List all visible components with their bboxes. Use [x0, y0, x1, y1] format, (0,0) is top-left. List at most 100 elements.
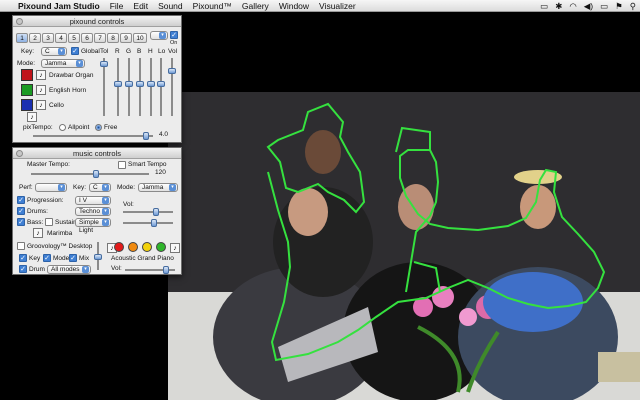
pixtempo-slider-knob[interactable]	[143, 132, 149, 140]
bass-vol-knob[interactable]	[151, 219, 157, 227]
display-icon[interactable]: ▭	[540, 1, 548, 12]
key-checkbox[interactable]: ✓	[19, 254, 27, 262]
lo-slider[interactable]	[157, 58, 165, 116]
smart-tempo-checkbox[interactable]	[118, 161, 126, 169]
g-slider-knob[interactable]	[125, 81, 133, 88]
on-label: On	[170, 40, 178, 46]
bass-popup[interactable]: Simple Light ▾	[75, 218, 111, 234]
g-slider[interactable]	[125, 58, 133, 116]
groovology-slider[interactable]	[94, 242, 102, 270]
mode-checkbox[interactable]: ✓	[43, 254, 51, 262]
voice-tab-3[interactable]: 3	[42, 33, 54, 43]
vol-slider[interactable]	[168, 58, 176, 116]
key-popup[interactable]: C ▾	[41, 47, 67, 56]
mode-popup[interactable]: Jamma ▾	[41, 59, 85, 68]
voice-tab-2[interactable]: 2	[29, 33, 41, 43]
groove-vol-slider[interactable]	[125, 266, 175, 274]
key-popup[interactable]: C ▾	[89, 183, 111, 192]
voice-tab-7[interactable]: 7	[94, 33, 106, 43]
sustain-label: Sustain	[55, 219, 77, 226]
spotlight-icon[interactable]: ⚲	[630, 1, 636, 12]
mix-checkbox[interactable]: ✓	[69, 254, 77, 262]
bass-checkbox[interactable]: ✓	[17, 218, 25, 226]
on-checkbox[interactable]: ✓	[170, 31, 178, 39]
voice-tab-4[interactable]: 4	[55, 33, 67, 43]
groove-yellow-button[interactable]	[142, 242, 152, 252]
piano-keys-icon[interactable]: ♪	[33, 228, 43, 238]
r-slider-knob[interactable]	[114, 81, 122, 88]
voice-tab-1[interactable]: 1	[16, 33, 28, 43]
menu-window[interactable]: Window	[279, 1, 309, 11]
b-slider[interactable]	[136, 58, 144, 116]
col-header-lo: Lo	[158, 48, 166, 55]
piano-keys-icon[interactable]: ♪	[170, 243, 180, 253]
allpoint-label: Allpoint	[68, 124, 90, 131]
perf-popup[interactable]: ▾	[35, 183, 67, 192]
instrument-2-color[interactable]	[21, 84, 33, 96]
menu-file[interactable]: File	[110, 1, 124, 11]
progression-popup[interactable]: I V ▾	[75, 196, 111, 205]
groove-vol-knob[interactable]	[163, 266, 169, 274]
pixtempo-slider[interactable]	[33, 132, 153, 140]
preset-popup[interactable]: ▾	[150, 31, 168, 40]
voice-tab-9[interactable]: 9	[120, 33, 132, 43]
groove-orange-button[interactable]	[128, 242, 138, 252]
pixound-controls-titlebar[interactable]: pixound controls	[13, 16, 181, 27]
drums-popup[interactable]: Techno ▾	[75, 207, 111, 216]
r-slider[interactable]	[114, 58, 122, 116]
close-window-icon[interactable]	[16, 18, 23, 25]
photo-canvas[interactable]	[168, 92, 640, 400]
lo-slider-knob[interactable]	[157, 81, 165, 88]
menu-visualizer[interactable]: Visualizer	[319, 1, 356, 11]
smart-tempo-label: Smart Tempo	[128, 161, 167, 168]
perf-label: Perf:	[19, 184, 33, 191]
vol-slider-knob[interactable]	[168, 68, 176, 75]
drums-vol-slider[interactable]	[123, 208, 173, 216]
piano-keys-icon[interactable]: ♪	[36, 70, 46, 80]
piano-keys-icon[interactable]: ♪	[27, 112, 37, 122]
instrument-3-color[interactable]	[21, 99, 33, 111]
voice-tab-5[interactable]: 5	[68, 33, 80, 43]
wifi-icon[interactable]: ◠	[569, 1, 576, 12]
menu-pixound[interactable]: Pixound™	[193, 1, 232, 11]
menu-edit[interactable]: Edit	[133, 1, 148, 11]
master-tempo-slider[interactable]	[31, 170, 149, 178]
menu-app-name[interactable]: Pixound Jam Studio	[18, 1, 100, 11]
h-slider[interactable]	[147, 58, 155, 116]
voice-tab-8[interactable]: 8	[107, 33, 119, 43]
free-radio[interactable]	[95, 124, 102, 131]
all-modes-popup[interactable]: All modes ▾	[47, 265, 91, 274]
battery-icon[interactable]: ▭	[600, 1, 608, 12]
voice-tab-6[interactable]: 6	[81, 33, 93, 43]
groove-red-button[interactable]	[114, 242, 124, 252]
groovology-knob[interactable]	[94, 254, 102, 260]
mode-popup[interactable]: Jamma ▾	[138, 183, 178, 192]
b-slider-knob[interactable]	[136, 81, 144, 88]
groove-green-button[interactable]	[156, 242, 166, 252]
drums-vol-knob[interactable]	[153, 208, 159, 216]
voice-tab-10[interactable]: 10	[133, 33, 147, 43]
close-window-icon[interactable]	[16, 150, 23, 157]
progression-checkbox[interactable]: ✓	[17, 196, 25, 204]
master-tempo-knob[interactable]	[93, 170, 99, 178]
global-checkbox[interactable]: ✓	[71, 47, 79, 55]
h-slider-knob[interactable]	[147, 81, 155, 88]
tol-slider-knob[interactable]	[100, 60, 108, 67]
instrument-1-color[interactable]	[21, 69, 33, 81]
drums-checkbox[interactable]: ✓	[17, 207, 25, 215]
sustain-checkbox[interactable]	[45, 218, 53, 226]
menu-gallery[interactable]: Gallery	[242, 1, 269, 11]
tol-slider[interactable]	[100, 58, 108, 116]
drum-checkbox[interactable]: ✓	[19, 265, 27, 273]
music-controls-titlebar[interactable]: music controls	[13, 148, 181, 159]
flag-icon[interactable]: ⚑	[615, 1, 623, 12]
key-label: Key:	[73, 184, 87, 191]
bass-vol-slider[interactable]	[123, 219, 173, 227]
allpoint-radio[interactable]	[59, 124, 66, 131]
bluetooth-icon[interactable]: ✱	[555, 1, 562, 12]
piano-keys-icon[interactable]: ♪	[36, 85, 46, 95]
piano-keys-icon[interactable]: ♪	[36, 100, 46, 110]
menu-sound[interactable]: Sound	[158, 1, 183, 11]
volume-icon[interactable]: ◀)	[584, 1, 593, 12]
groovology-checkbox[interactable]	[17, 242, 25, 250]
